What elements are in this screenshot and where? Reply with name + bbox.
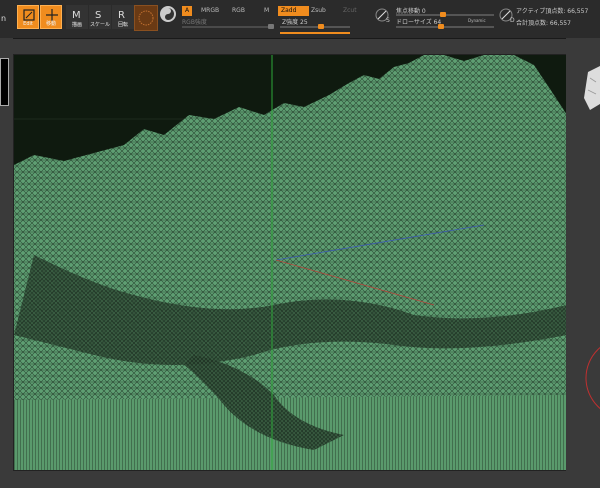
navigation-widget[interactable] (566, 38, 600, 484)
zsub-button[interactable]: Zsub (308, 6, 329, 16)
rgb-intensity-label: RGB強度 (182, 19, 207, 26)
viewport-canvas[interactable] (13, 54, 568, 471)
material-sphere-icon (138, 10, 154, 26)
panel-edge-label: n (1, 14, 7, 23)
move-icon (46, 9, 58, 21)
d-button[interactable]: D (498, 7, 516, 25)
terrain-mesh (14, 55, 567, 470)
zadd-button[interactable]: Zadd (278, 6, 309, 16)
z-intensity-underline (280, 32, 350, 34)
mode-a-button[interactable]: A (182, 6, 193, 16)
svg-text:S: S (95, 10, 101, 20)
draw-button[interactable]: M 描画 (66, 5, 88, 29)
rgb-intensity-knob[interactable] (268, 24, 274, 29)
move-button[interactable]: 移動 (40, 5, 62, 29)
right-tray (566, 38, 600, 484)
edit-button[interactable]: Edit (17, 5, 39, 29)
m-button[interactable]: M (261, 6, 272, 16)
total-points-count: 合計頂点数: 66,557 (516, 20, 571, 27)
draw-size-slider[interactable] (396, 26, 494, 28)
svg-text:M: M (72, 10, 81, 20)
svg-text:R: R (118, 10, 125, 20)
draw-size-label: ドローサイズ 64 (396, 19, 442, 26)
s-button[interactable]: S (374, 7, 392, 25)
z-intensity-label: Z強度 25 (282, 19, 308, 26)
z-intensity-knob[interactable] (318, 24, 324, 29)
texture-button[interactable] (160, 6, 176, 22)
left-tray (0, 38, 13, 484)
scale-button[interactable]: S スケール (89, 5, 111, 29)
edit-label: Edit (23, 21, 33, 27)
zcut-button[interactable]: Zcut (340, 6, 360, 16)
rotate-label: 回転 (117, 22, 128, 28)
rgb-button[interactable]: RGB (229, 6, 248, 16)
top-toolbar: n Edit 移動 M 描画 S スケール R 回転 A MRGB RGB M … (0, 0, 600, 39)
color-swatch[interactable] (0, 58, 9, 106)
edit-icon (23, 9, 35, 21)
dynamic-button[interactable]: Dynamic (468, 18, 486, 23)
s-label: S (386, 17, 390, 24)
draw-icon: M (72, 10, 81, 20)
z-intensity-slider[interactable] (280, 26, 350, 28)
scale-icon: S (95, 10, 101, 20)
mrgb-button[interactable]: MRGB (198, 6, 222, 16)
move-label: 移動 (45, 21, 56, 27)
active-points-count: アクティブ頂点数: 66,557 (516, 8, 589, 15)
scale-label: スケール (89, 22, 110, 28)
texture-icon (165, 8, 174, 20)
draw-label: 描画 (71, 22, 82, 28)
rgb-intensity-slider[interactable] (182, 26, 274, 28)
draw-size-knob[interactable] (438, 24, 444, 29)
d-label: D (510, 17, 515, 24)
rotate-button[interactable]: R 回転 (112, 5, 134, 29)
material-button[interactable] (134, 5, 158, 31)
rotate-icon: R (118, 10, 125, 20)
